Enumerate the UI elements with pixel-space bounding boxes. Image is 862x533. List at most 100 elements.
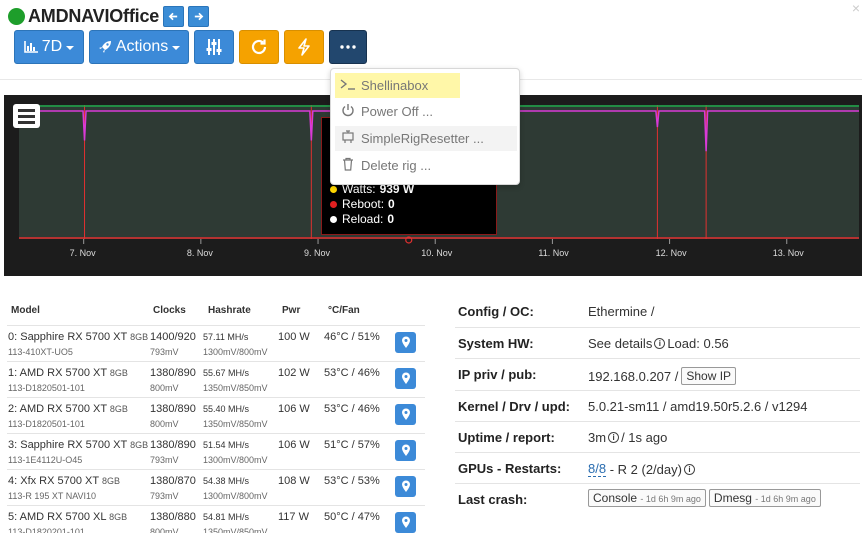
- caret-down-icon: [172, 46, 181, 50]
- tooltip-row-reboot: Reboot: 0: [330, 197, 395, 211]
- uptime-value: 3m: [588, 430, 607, 445]
- chart-menu-button[interactable]: [13, 104, 40, 128]
- gpu-clocks: 1380/880: [150, 511, 196, 523]
- gpu-hashrate-sub: 1300mV/800mV: [203, 491, 268, 501]
- gpu-clocks: 1380/890: [150, 367, 196, 379]
- gpu-temp-fan: 53°C / 46%: [324, 403, 380, 415]
- forward-button[interactable]: [188, 5, 210, 27]
- gpu-name: 1: AMD RX 5700 XT 8GB: [8, 367, 128, 379]
- caret-down-icon: [66, 46, 75, 50]
- map-pin-icon: [401, 336, 410, 348]
- power-icon: [335, 103, 361, 120]
- actions-dropdown: Shellinabox Power Off ... SimpleRigReset…: [330, 68, 520, 185]
- report-value: / 1s ago: [621, 430, 668, 445]
- gpu-hashrate: 55.40 MH/s: [203, 404, 250, 414]
- bar-chart-icon: [23, 41, 38, 53]
- gpu-power: 100 W: [278, 331, 310, 343]
- info-kernel: Kernel / Drv / upd: 5.0.21-sm11 / amd19.…: [455, 390, 860, 421]
- map-pin-button[interactable]: [395, 476, 416, 497]
- tune-button[interactable]: [194, 30, 234, 64]
- gpu-hashrate-sub: 1350mV/850mV: [203, 383, 268, 393]
- menu-item-power-off[interactable]: Power Off ...: [335, 99, 517, 124]
- map-pin-icon: [401, 408, 410, 420]
- info-icon[interactable]: i: [608, 432, 620, 443]
- refresh-icon: [251, 39, 267, 55]
- info-config: Config / OC: Ethermine /: [458, 304, 655, 319]
- gpu-power: 108 W: [278, 475, 310, 487]
- map-pin-icon: [401, 444, 410, 456]
- gpu-hashrate: 55.67 MH/s: [203, 368, 250, 378]
- table-row: 3: Sapphire RX 5700 XT 8GB 113-1E4112U-O4…: [7, 433, 425, 469]
- tooltip-row-reload: Reload: 0: [330, 212, 394, 226]
- reset-device-icon: [335, 130, 361, 147]
- map-pin-button[interactable]: [395, 332, 416, 353]
- info-last-crash: Last crash: Console - 1d 6h 9m ago Dmesg…: [455, 483, 860, 514]
- gpu-id: 113-D1820201-101: [8, 527, 85, 533]
- map-pin-icon: [401, 480, 410, 492]
- info-ip: IP priv / pub: 192.168.0.207 / Show IP: [455, 358, 860, 389]
- tooltip-dot: [330, 185, 337, 193]
- gpu-clock-mem: 793mV: [150, 491, 179, 501]
- map-pin-button[interactable]: [395, 440, 416, 461]
- gpu-power: 117 W: [278, 511, 309, 523]
- x-tick-label: 9. Nov: [304, 248, 331, 258]
- x-tick-label: 7. Nov: [69, 248, 96, 258]
- gpu-id: 113-R 195 XT NAVI10: [8, 491, 97, 501]
- col-header-hashrate: Hashrate: [208, 305, 251, 316]
- map-pin-button[interactable]: [395, 368, 416, 389]
- gpu-name: 3: Sapphire RX 5700 XT 8GB: [8, 439, 149, 451]
- actions-label: Actions: [115, 38, 169, 55]
- gpu-temp-fan: 46°C / 51%: [324, 331, 380, 343]
- gpus-count-link[interactable]: 8/8: [588, 461, 607, 477]
- period-button[interactable]: 7D: [14, 30, 84, 64]
- restart-button[interactable]: [239, 30, 279, 64]
- info-icon[interactable]: i: [683, 463, 695, 475]
- gpu-temp-fan: 51°C / 57%: [324, 439, 380, 451]
- menu-item-shellinabox[interactable]: Shellinabox: [335, 73, 460, 98]
- table-row: 5: AMD RX 5700 XL 8GB 113-D1820201-101 138…: [7, 505, 425, 533]
- table-row: 1: AMD RX 5700 XT 8GB 113-D1820501-101 138…: [7, 361, 425, 397]
- close-icon[interactable]: ×: [852, 0, 860, 16]
- menu-item-simplerigresetter[interactable]: SimpleRigResetter ...: [335, 126, 517, 151]
- more-dots-icon: [340, 45, 356, 49]
- gpu-id: 113-1E4112U-O45: [8, 455, 83, 465]
- page-title: AMDNAVIOffice: [28, 5, 160, 26]
- console-button[interactable]: Console - 1d 6h 9m ago: [588, 489, 706, 507]
- gpu-name: 2: AMD RX 5700 XT 8GB: [8, 403, 128, 415]
- gpu-clocks: 1400/920: [150, 331, 196, 343]
- tooltip-dot: [330, 200, 337, 208]
- gpu-clock-mem: 793mV: [150, 455, 179, 465]
- actions-button[interactable]: Actions: [89, 30, 189, 64]
- dmesg-button[interactable]: Dmesg - 1d 6h 9m ago: [708, 489, 821, 507]
- info-icon[interactable]: i: [654, 338, 666, 349]
- show-ip-button[interactable]: Show IP: [681, 367, 737, 385]
- gpu-id: 113-410XT-UO5: [8, 347, 73, 357]
- info-system-hw: System HW: See details i Load: 0.56: [455, 327, 860, 358]
- gpu-hashrate-sub: 1300mV/800mV: [203, 347, 268, 357]
- arrow-right-icon: [194, 12, 204, 20]
- gpu-hashrate-sub: 1350mV/850mV: [203, 419, 268, 429]
- gpu-power: 106 W: [278, 403, 310, 415]
- arrow-left-icon: [168, 12, 178, 20]
- hw-load: Load: 0.56: [667, 336, 729, 351]
- menu-item-delete-rig[interactable]: Delete rig ...: [335, 153, 517, 178]
- x-tick-label: 10. Nov: [421, 248, 453, 258]
- ip-value: 192.168.0.207 /: [588, 368, 679, 384]
- x-tick-label: 11. Nov: [538, 248, 569, 258]
- more-button[interactable]: [329, 30, 367, 64]
- rig-header: AMDNAVIOffice: [8, 5, 210, 27]
- reboot-button[interactable]: [284, 30, 324, 64]
- table-row: 2: AMD RX 5700 XT 8GB 113-D1820501-101 138…: [7, 397, 425, 433]
- gpu-power: 102 W: [278, 367, 310, 379]
- gpu-hashrate-sub: 1350mV/850mV: [203, 527, 268, 533]
- gpu-temp-fan: 50°C / 47%: [324, 511, 380, 523]
- map-pin-button[interactable]: [395, 512, 416, 533]
- gpu-temp-fan: 53°C / 46%: [324, 367, 380, 379]
- back-button[interactable]: [163, 5, 185, 27]
- gpu-clock-mem: 800mV: [150, 527, 179, 533]
- hw-details-link[interactable]: See details: [588, 336, 652, 351]
- table-row: 0: Sapphire RX 5700 XT 8GB 113-410XT-UO5 1…: [7, 325, 425, 361]
- map-pin-button[interactable]: [395, 404, 416, 425]
- gpu-clock-mem: 800mV: [150, 419, 179, 429]
- col-header-temp-fan: °C/Fan: [328, 305, 360, 316]
